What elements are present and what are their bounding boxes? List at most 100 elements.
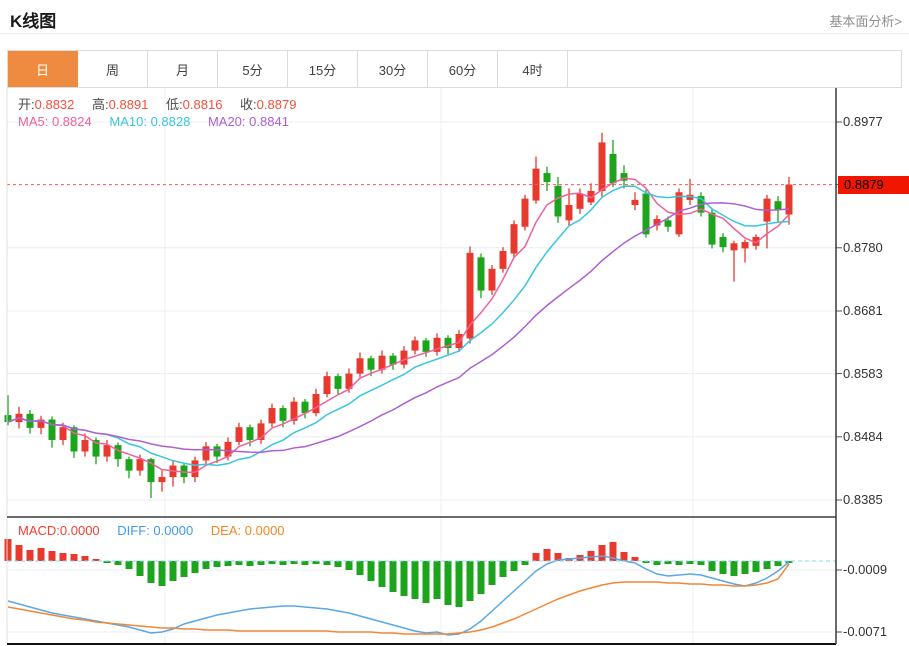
price-axis-label: 0.8385	[843, 492, 883, 507]
candle-body	[279, 408, 287, 421]
macd-bar	[653, 561, 661, 565]
candle-body	[598, 142, 606, 191]
tab-week[interactable]: 周	[78, 51, 148, 87]
macd-bar	[301, 561, 309, 565]
macd-legend: MACD:0.0000 DIFF: 0.0000 DEA: 0.0000	[18, 523, 299, 538]
macd-bar	[37, 548, 45, 561]
ma10-line	[7, 185, 790, 467]
candle-body	[774, 201, 782, 211]
dea-value-label: DEA: 0.0000	[210, 523, 285, 538]
candle-body	[268, 408, 276, 424]
macd-bar	[411, 561, 419, 599]
macd-bar	[719, 561, 727, 574]
candle-body	[609, 153, 617, 184]
macd-value-label: MACD:0.0000	[18, 523, 100, 538]
high-label: 高:	[92, 97, 109, 112]
macd-bar	[378, 561, 386, 587]
macd-bar	[180, 561, 188, 577]
candle-body	[367, 358, 375, 370]
diff-line	[7, 555, 790, 636]
dea-line	[7, 563, 790, 635]
macd-bar	[345, 561, 353, 570]
fundamental-analysis-link[interactable]: 基本面分析>	[829, 11, 902, 30]
macd-bar	[510, 561, 518, 571]
candle-body	[730, 243, 738, 251]
macd-bar	[26, 550, 34, 561]
macd-bar	[81, 556, 89, 561]
tab-15min[interactable]: 15分	[288, 51, 358, 87]
candle-body	[708, 212, 716, 245]
open-value: 0.8832	[34, 97, 75, 112]
ma-legend: MA5: 0.8824 MA10: 0.8828 MA20: 0.8841	[18, 114, 303, 129]
macd-bar	[697, 561, 705, 565]
candle-body	[400, 350, 408, 365]
macd-bar	[400, 561, 408, 596]
macd-bar	[257, 561, 265, 565]
tab-5min[interactable]: 5分	[218, 51, 288, 87]
macd-bar	[15, 545, 23, 561]
candle-body	[191, 460, 199, 478]
title-divider	[0, 33, 909, 34]
candle-body	[125, 459, 133, 471]
candle-body	[741, 242, 749, 249]
macd-bar	[598, 545, 606, 561]
macd-bar	[235, 561, 243, 565]
candle-body	[59, 427, 67, 440]
tab-30min[interactable]: 30分	[358, 51, 428, 87]
candle-body	[477, 257, 485, 291]
macd-bar	[367, 561, 375, 581]
candle-body	[499, 250, 507, 269]
tab-60min[interactable]: 60分	[428, 51, 498, 87]
macd-bar	[477, 561, 485, 594]
macd-axis-label: -0.0009	[843, 562, 888, 577]
candle-body	[103, 445, 111, 457]
price-axis-label: 0.8681	[843, 303, 883, 318]
macd-bar	[543, 549, 551, 561]
macd-bar	[356, 561, 364, 575]
low-value: 0.8816	[182, 97, 223, 112]
macd-bar	[213, 561, 221, 567]
ma5-line	[7, 177, 790, 474]
tab-day[interactable]: 日	[8, 51, 78, 87]
candle-body	[48, 419, 56, 440]
candle-body	[213, 446, 221, 457]
diff-value-label: DIFF: 0.0000	[117, 523, 194, 538]
low-label: 低:	[166, 97, 183, 112]
candle-body	[510, 224, 518, 254]
macd-bar	[741, 561, 749, 574]
page-title: K线图	[10, 12, 57, 31]
macd-bar	[455, 561, 463, 607]
tab-month[interactable]: 月	[148, 51, 218, 87]
macd-bar	[169, 561, 177, 581]
ohlc-legend: 开:0.8832 高:0.8891 低:0.8816 收:0.8879	[18, 94, 310, 113]
macd-bar	[147, 561, 155, 583]
close-value: 0.8879	[256, 97, 297, 112]
macd-bar	[224, 561, 232, 566]
candle-body	[158, 477, 166, 483]
macd-bar	[70, 554, 78, 561]
candle-body	[719, 236, 727, 248]
ma10-label: MA10: 0.8828	[109, 114, 191, 129]
candle-body	[114, 445, 122, 460]
close-label: 收:	[240, 97, 257, 112]
tab-4hour[interactable]: 4时	[498, 51, 568, 87]
ma20-line	[7, 202, 790, 454]
macd-bar	[191, 561, 199, 573]
open-label: 开:	[18, 97, 35, 112]
interval-tabs: 日 周 月 5分 15分 30分 60分 4时	[7, 50, 902, 88]
macd-bar	[48, 551, 56, 561]
candle-body	[136, 459, 144, 471]
macd-bar	[675, 561, 683, 565]
macd-bar	[246, 561, 254, 566]
macd-bar	[532, 553, 540, 561]
macd-bar	[466, 561, 474, 601]
macd-bar	[323, 561, 331, 565]
candle-body	[323, 376, 331, 395]
high-value: 0.8891	[108, 97, 149, 112]
candle-body	[664, 220, 672, 227]
candle-body	[576, 193, 584, 209]
macd-bar	[521, 561, 529, 565]
price-axis-label: 0.8977	[843, 114, 883, 129]
candle-body	[422, 340, 430, 352]
candle-body	[565, 205, 573, 221]
